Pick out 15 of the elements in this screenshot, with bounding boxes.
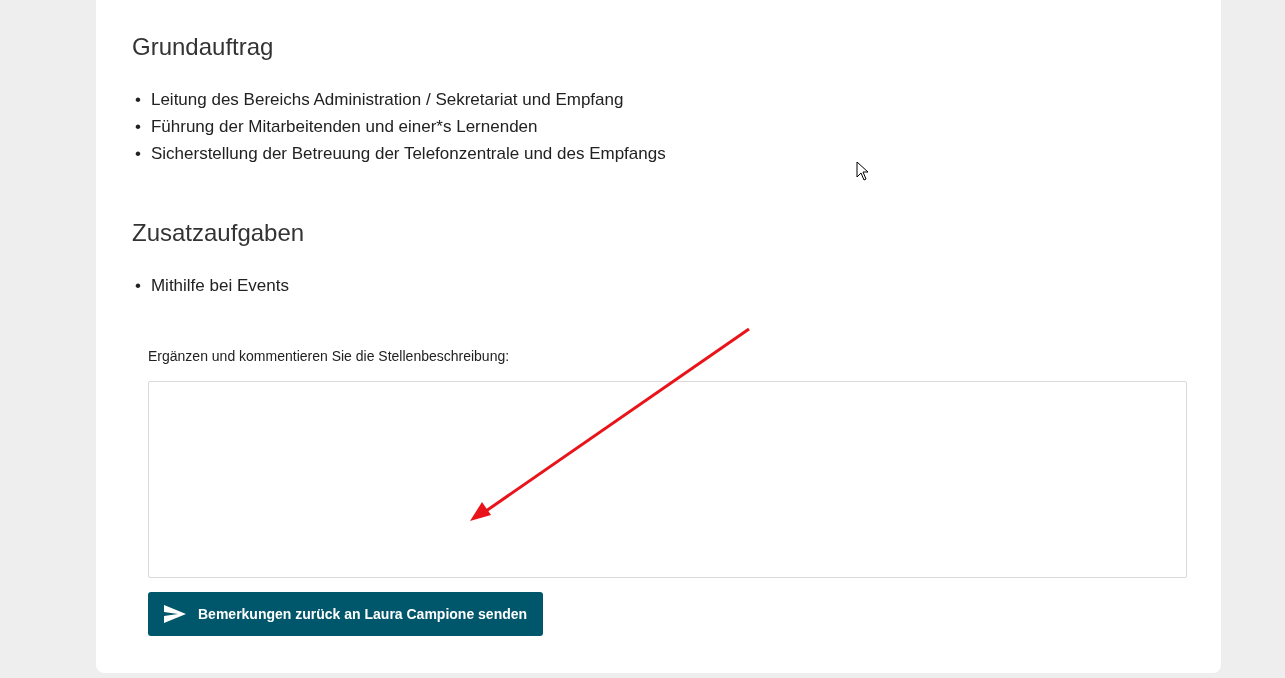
bullet: •: [135, 116, 141, 138]
bullet: •: [135, 89, 141, 111]
section-heading: Zusatzaufgaben: [132, 218, 306, 248]
bullet: •: [135, 143, 141, 165]
bullet: •: [135, 275, 141, 297]
list-item: Sicherstellung der Betreuung der Telefonzentrale und des Empfangs: [150, 143, 666, 165]
cursor-icon: [855, 160, 871, 182]
list-item: Leitung des Bereichs Administration / Sekretariat und Empfang: [150, 89, 624, 111]
send-icon: [164, 605, 186, 623]
section-heading: Grundauftrag: [132, 32, 275, 62]
field-label: Ergänzen und kommentieren Sie die Stellenbeschreibung:: [148, 347, 510, 366]
comment-field[interactable]: [148, 381, 1187, 578]
list-item: Mithilfe bei Events: [150, 275, 289, 297]
list-item: Führung der Mitarbeitenden und einer*s Lernenden: [150, 116, 538, 138]
send-button[interactable]: Bemerkungen zurück an Laura Campione senden: [148, 592, 544, 636]
